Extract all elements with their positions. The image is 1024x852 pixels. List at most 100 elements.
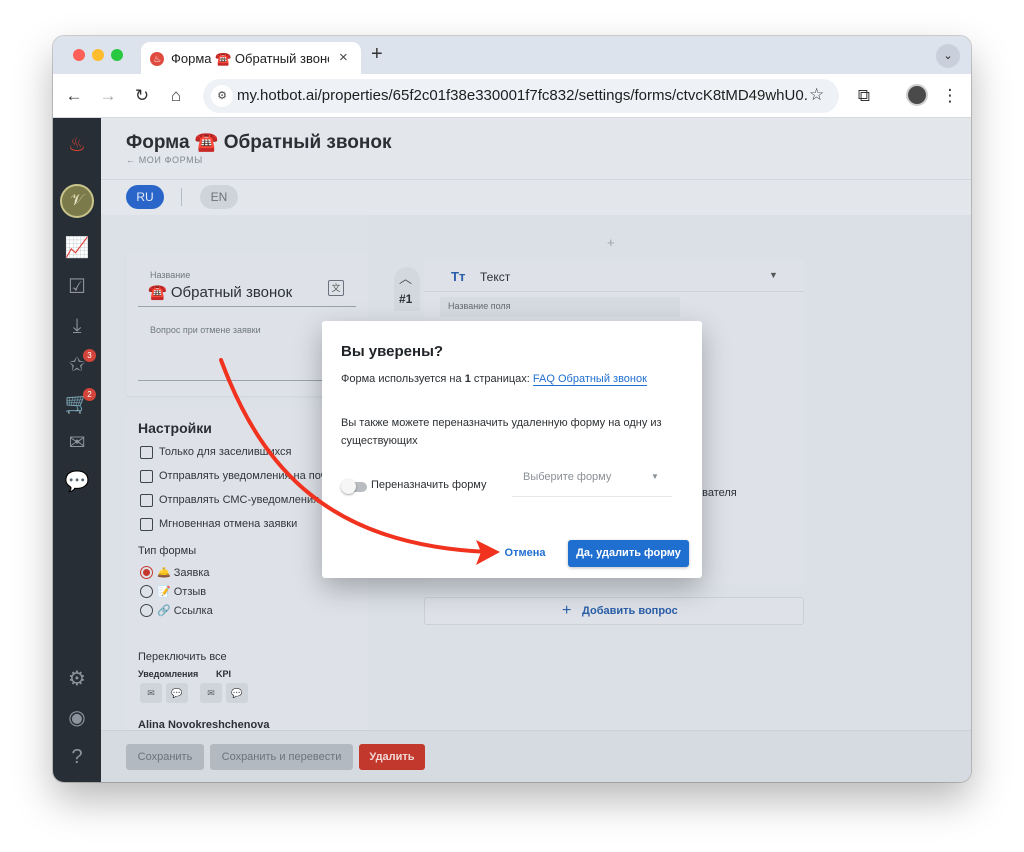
site-info-icon[interactable]: ⚙ (211, 85, 233, 107)
notify-chat-toggle-icon[interactable]: 💬 (166, 683, 188, 703)
move-up-chevron-icon[interactable]: ︿ (399, 268, 412, 287)
minimize-window-button[interactable] (92, 49, 104, 61)
radio-label: 📝 Отзыв (157, 586, 207, 598)
settings-title: Настройки (138, 420, 212, 436)
tab-strip: ♨ Форма ☎️ Обратный звонок × + ⌄ (53, 36, 971, 74)
help-icon[interactable]: ? (64, 744, 90, 770)
text-type-icon: Tт (451, 269, 466, 284)
confirm-delete-dialog: Вы уверены? Форма используется на 1 стра… (322, 321, 702, 578)
page-title: Форма ☎️ Обратный звонок (126, 132, 392, 153)
question-divider (424, 291, 804, 292)
tab-title: Форма ☎️ Обратный звонок (171, 51, 329, 66)
dialog-title: Вы уверены? (341, 343, 444, 360)
question-field-name[interactable]: Название поля (440, 297, 680, 317)
reassign-toggle-label: Переназначить форму (371, 479, 487, 491)
radio-request[interactable] (140, 566, 153, 579)
footer-actions: Сохранить Сохранить и перевести Удалить (101, 730, 971, 782)
reload-icon[interactable]: ↻ (131, 85, 153, 107)
name-field-input[interactable]: ☎️ Обратный звонок (148, 283, 292, 301)
flame-icon[interactable]: ♨ (64, 132, 90, 158)
profile-icon[interactable]: ◉ (64, 705, 90, 731)
name-field-label: Название (150, 270, 191, 280)
toggle-knob (341, 479, 356, 494)
new-tab-button[interactable]: + (371, 44, 383, 64)
toggle-all-label: Переключить все (138, 651, 227, 663)
checkbox-label: Отправлять уведомления на почту (159, 470, 338, 482)
checkbox-sms-notifications[interactable] (140, 494, 153, 507)
mail-icon[interactable]: ✉ (64, 430, 90, 456)
forward-arrow-icon[interactable]: → (97, 85, 119, 107)
question-partial-text: ователя (696, 487, 737, 499)
save-translate-button[interactable]: Сохранить и перевести (210, 744, 353, 770)
browser-tab[interactable]: ♨ Форма ☎️ Обратный звонок × (141, 42, 361, 74)
notifications-label: Уведомления (138, 669, 199, 679)
hotbot-favicon-icon: ♨ (150, 52, 164, 66)
analytics-icon[interactable]: 📈 (64, 235, 90, 261)
checkbox-email-notifications[interactable] (140, 470, 153, 483)
bookmark-star-icon[interactable]: ☆ (809, 85, 824, 105)
language-tab-en[interactable]: EN (200, 185, 238, 209)
usage-prefix: Форма используется на (341, 373, 465, 385)
orders-badge: 2 (83, 388, 96, 401)
dialog-reassign-text: Вы также можете переназначить удаленную … (341, 417, 662, 447)
chat-icon[interactable]: 💬 (64, 469, 90, 495)
back-to-forms-link[interactable]: ← МОИ ФОРМЫ (126, 155, 203, 165)
cancel-button[interactable]: Отмена (501, 540, 549, 566)
kpi-email-toggle-icon[interactable]: ✉ (200, 683, 222, 703)
cancel-question-label: Вопрос при отмене заявки (150, 325, 261, 335)
inbox-icon[interactable]: ⤓ (64, 313, 90, 339)
kpi-chat-toggle-icon[interactable]: 💬 (226, 683, 248, 703)
question-type-select[interactable]: Текст (480, 270, 510, 284)
form-type-label: Тип формы (138, 545, 197, 557)
tasks-icon[interactable]: ☑ (64, 274, 90, 300)
caret-down-icon[interactable]: ▼ (769, 270, 778, 280)
language-tab-ru[interactable]: RU (126, 185, 164, 209)
add-question-label: Добавить вопрос (582, 605, 678, 617)
header-divider (101, 179, 971, 180)
usage-suffix: страницах: (470, 373, 533, 385)
settings-icon[interactable]: ⚙ (64, 666, 90, 692)
radio-review[interactable] (140, 585, 153, 598)
logo-icon[interactable]: 𝒱 (60, 184, 94, 218)
usage-page-link[interactable]: FAQ Обратный звонок (532, 373, 647, 386)
checkbox-label: Отправлять СМС-уведомления (159, 494, 320, 506)
question-number: #1 (399, 292, 413, 306)
form-select[interactable]: Выберите форму ▼ (512, 463, 672, 497)
plus-icon: + (562, 602, 572, 619)
add-question-button[interactable]: + Добавить вопрос (424, 597, 804, 625)
page-header: Форма ☎️ Обратный звонок ← МОИ ФОРМЫ RU … (101, 118, 971, 215)
profile-avatar[interactable] (906, 84, 928, 106)
reassign-toggle[interactable] (341, 479, 367, 494)
question-field-label: Название поля (448, 301, 511, 311)
address-bar[interactable]: ⚙ my.hotbot.ai/properties/65f2c01f38e330… (203, 79, 839, 113)
add-question-top-icon[interactable]: + (607, 235, 615, 250)
reviews-badge: 3 (83, 349, 96, 362)
checkbox-instant-cancel[interactable] (140, 518, 153, 531)
url-text[interactable]: my.hotbot.ai/properties/65f2c01f38e33000… (237, 87, 807, 104)
confirm-delete-button[interactable]: Да, удалить форму (568, 540, 689, 567)
select-caret-icon: ▼ (651, 472, 659, 481)
language-divider (181, 188, 182, 206)
radio-label: 🛎️ Заявка (157, 567, 210, 579)
notify-email-toggle-icon[interactable]: ✉ (140, 683, 162, 703)
kpi-label: KPI (216, 669, 232, 679)
delete-button[interactable]: Удалить (359, 744, 425, 770)
translate-icon[interactable]: 文 (328, 280, 344, 296)
extensions-icon[interactable]: ⧉ (853, 85, 875, 107)
dialog-usage-text: Форма используется на 1 страницах: FAQ О… (341, 373, 647, 386)
tab-search-button[interactable]: ⌄ (936, 44, 960, 68)
home-icon[interactable]: ⌂ (165, 85, 187, 107)
close-window-button[interactable] (73, 49, 85, 61)
save-button[interactable]: Сохранить (126, 744, 204, 770)
maximize-window-button[interactable] (111, 49, 123, 61)
name-field-underline (138, 306, 356, 307)
radio-link[interactable] (140, 604, 153, 617)
checkbox-checked-in-only[interactable] (140, 446, 153, 459)
tab-close-icon[interactable]: × (339, 49, 348, 67)
checkbox-label: Мгновенная отмена заявки (159, 518, 298, 530)
back-arrow-icon[interactable]: ← (63, 85, 85, 107)
checkbox-label: Только для заселившихся (159, 446, 292, 458)
browser-menu-icon[interactable]: ⋮ (939, 85, 961, 107)
radio-label: 🔗 Ссылка (157, 605, 213, 617)
form-select-placeholder: Выберите форму (523, 471, 612, 483)
